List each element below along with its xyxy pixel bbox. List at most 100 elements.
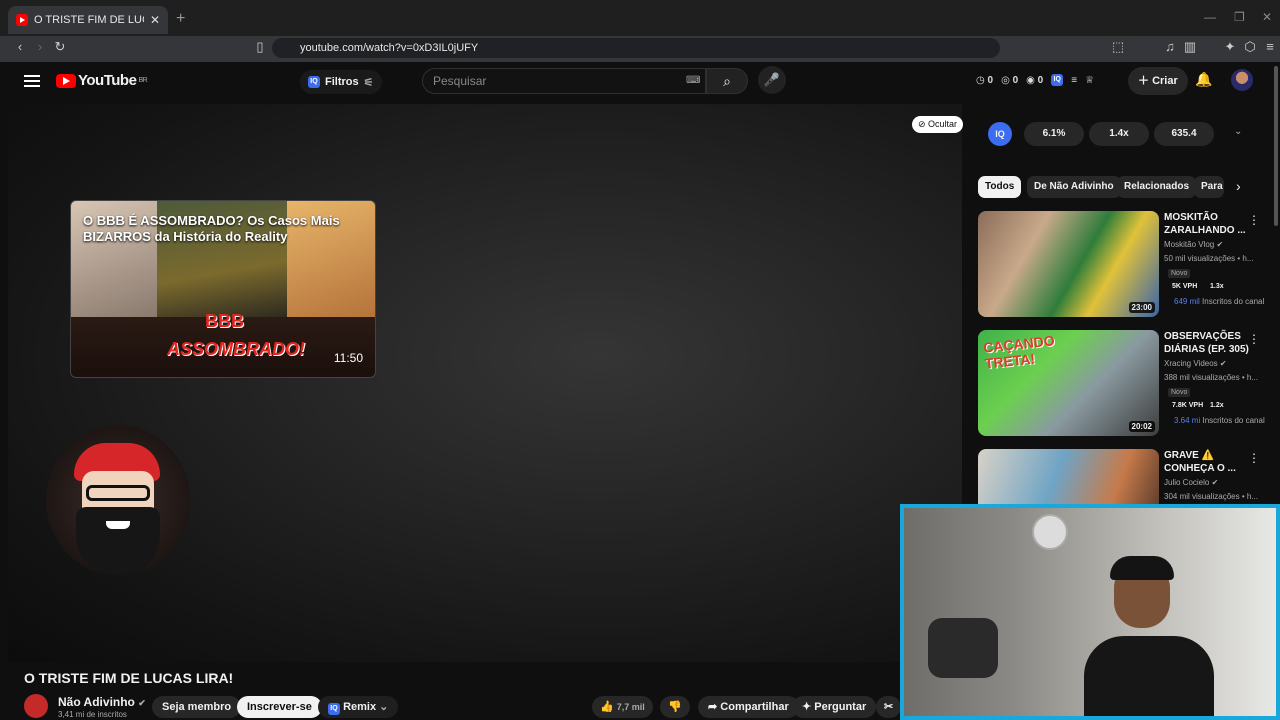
chip-todos[interactable]: Todos [978,176,1022,198]
metric-2: 1.4x [1089,122,1149,146]
create-button[interactable]: ＋ Criar [1128,67,1188,95]
tab-youtube[interactable]: O TRISTE FIM DE LUCAS LIRA! - YouTube ✕ [8,6,168,34]
ask-button[interactable]: ✦ Perguntar [792,696,877,718]
more-options-icon[interactable]: ⋮ [1248,332,1260,346]
browser-tabbar: O TRISTE FIM DE LUCAS LIRA! - YouTube ✕ … [0,0,1280,36]
video-title: O TRISTE FIM DE LUCAS LIRA! [24,670,234,686]
bookmark-icon[interactable]: ▯ [250,39,270,55]
chevron-down-icon: ⌄ [379,701,389,713]
header-stats: ◷ 0 ◎ 0 ◉ 0 IQ ≡ ♕ [976,74,1094,86]
rec-thumbnail[interactable]: CAÇANDO TRETA! 20:02 [978,330,1159,436]
rec-channel[interactable]: Moskitão Vlog ✔ [1164,240,1223,249]
chip-relacionados[interactable]: Relacionados [1117,176,1197,198]
remix-button[interactable]: IQ Remix ⌄ [318,696,399,718]
recommended-video[interactable]: GRAVE ⚠️ CONHEÇA O ... Julio Cocielo ✔ 3… [978,449,1272,505]
endcard-title: O BBB É ASSOMBRADO? Os Casos Mais BIZARR… [83,213,340,244]
recommended-video[interactable]: 23:00 MOSKITÃO ZARALHANDO ... Moskitão V… [978,211,1272,317]
iq-metrics-bar: IQ 6.1% 1.4x 635.4 ⌄ [988,120,1250,148]
maximize-icon[interactable]: ❐ [1234,10,1245,24]
tab-close-icon[interactable]: ✕ [150,13,160,27]
voice-search-button[interactable]: 🎤 [758,66,786,94]
metric-3: 635.4 [1154,122,1214,146]
rec-duration: 20:02 [1128,421,1155,432]
rec-title[interactable]: MOSKITÃO ZARALHANDO ... [1164,211,1252,237]
search-icon: ⌕ [723,73,731,89]
share-button[interactable]: ➦ Compartilhar [698,696,799,718]
sidebar-scrollbar[interactable] [1274,66,1278,226]
recommended-video[interactable]: CAÇANDO TRETA! 20:02 OBSERVAÇÕES DIÁRIAS … [978,330,1272,436]
list-icon[interactable]: ≡ [1071,75,1077,86]
more-options-icon[interactable]: ⋮ [1248,451,1260,465]
endcard-duration: 11:50 [333,351,363,365]
verified-icon: ✔ [138,698,146,708]
hide-button[interactable]: ⊘ Ocultar [912,116,964,133]
rec-multiplier: 1.3x [1210,283,1224,290]
subscribe-button[interactable]: Inscrever-se [237,696,322,718]
iq-icon: IQ [328,703,340,715]
chevron-right-icon[interactable]: › [1236,178,1241,194]
leo-icon[interactable]: ✦ [1220,39,1240,55]
rec-title[interactable]: GRAVE ⚠️ CONHEÇA O ... [1164,449,1252,475]
dislike-button[interactable]: 👎 [660,696,690,718]
trophy-icon[interactable]: ♕ [1085,75,1094,86]
scissors-icon: ✂ [884,701,894,713]
rec-new-badge: Novo [1168,388,1191,397]
filters-label: Filtros [325,76,359,88]
chair [928,618,998,678]
mascot-beard [76,507,160,575]
search-input[interactable]: Pesquisar [422,68,706,94]
chevron-down-icon[interactable]: ⌄ [1234,126,1242,137]
extensions-icon[interactable]: ⬚ [1108,39,1128,55]
sidebar-icon[interactable]: ▥ [1180,39,1200,55]
region-code: BR [138,77,148,84]
menu-icon[interactable]: ≡ [1260,39,1280,54]
rec-views: 388 mil visualizações • h... [1164,373,1258,382]
vpn-icon[interactable]: ⬡ [1240,39,1260,55]
channel-name[interactable]: Não Adivinho ✔ [58,695,146,709]
keyboard-icon[interactable]: ⌨ [686,75,700,86]
rec-channel[interactable]: Xracing Videos ✔ [1164,359,1227,368]
subscriber-count: 3,41 mi de inscritos [58,710,127,719]
mic-icon: 🎤 [763,72,781,87]
iq-icon: IQ [308,76,320,88]
hamburger-menu-icon[interactable] [24,75,40,87]
back-icon[interactable]: ‹ [10,39,30,54]
rec-views: 50 mil visualizações • h... [1164,254,1254,263]
forward-icon[interactable]: › [30,39,50,54]
minimize-icon[interactable]: — [1204,10,1216,24]
streamer-body [1084,636,1214,716]
reload-icon[interactable]: ↻ [50,39,70,55]
media-icon[interactable]: ♫ [1160,39,1180,54]
like-button[interactable]: 👍 7,7 mil [592,696,653,718]
window-close-icon[interactable]: ✕ [1262,10,1272,24]
clip-button[interactable]: ✂ [876,696,902,718]
more-options-icon[interactable]: ⋮ [1248,213,1260,227]
rec-thumbnail[interactable]: 23:00 [978,211,1159,317]
video-player[interactable] [8,104,962,662]
youtube-play-icon [56,73,76,88]
iq-logo[interactable]: IQ [988,122,1012,146]
youtube-logo[interactable]: YouTube BR [56,72,148,89]
chip-para[interactable]: Para [1194,176,1224,198]
stat-2: ◎ 0 [1001,74,1019,86]
iq-icon[interactable]: IQ [1051,74,1064,86]
channel-avatar[interactable] [24,694,48,718]
rec-title[interactable]: OBSERVAÇÕES DIÁRIAS (EP. 305) [1164,330,1252,356]
rec-channel[interactable]: Julio Cocielo ✔ [1164,478,1218,487]
filters-button[interactable]: IQ Filtros ⚟ [300,70,382,94]
fan [1032,514,1068,550]
join-button[interactable]: Seja membro [152,696,242,718]
rec-channel-subs: 3.64 mi Inscritos do canal [1174,416,1265,425]
address-bar[interactable]: youtube.com/watch?v=0xD3IL0jUFY [272,38,1000,58]
user-avatar[interactable] [1231,69,1253,91]
new-tab-button[interactable]: + [176,10,185,28]
search-button[interactable]: ⌕ [706,68,748,94]
rec-multiplier: 1.2x [1210,402,1224,409]
endscreen-video-card[interactable]: O BBB É ASSOMBRADO? Os Casos Mais BIZARR… [70,200,376,378]
share-icon: ➦ [708,701,718,713]
notifications-bell-icon[interactable]: 🔔 [1195,71,1212,88]
channel-endscreen-avatar[interactable] [46,425,190,575]
chip-de-nao-adivinho[interactable]: De Não Adivinho [1027,176,1121,198]
metric-1: 6.1% [1024,122,1084,146]
rec-thumbnail[interactable] [978,449,1159,505]
